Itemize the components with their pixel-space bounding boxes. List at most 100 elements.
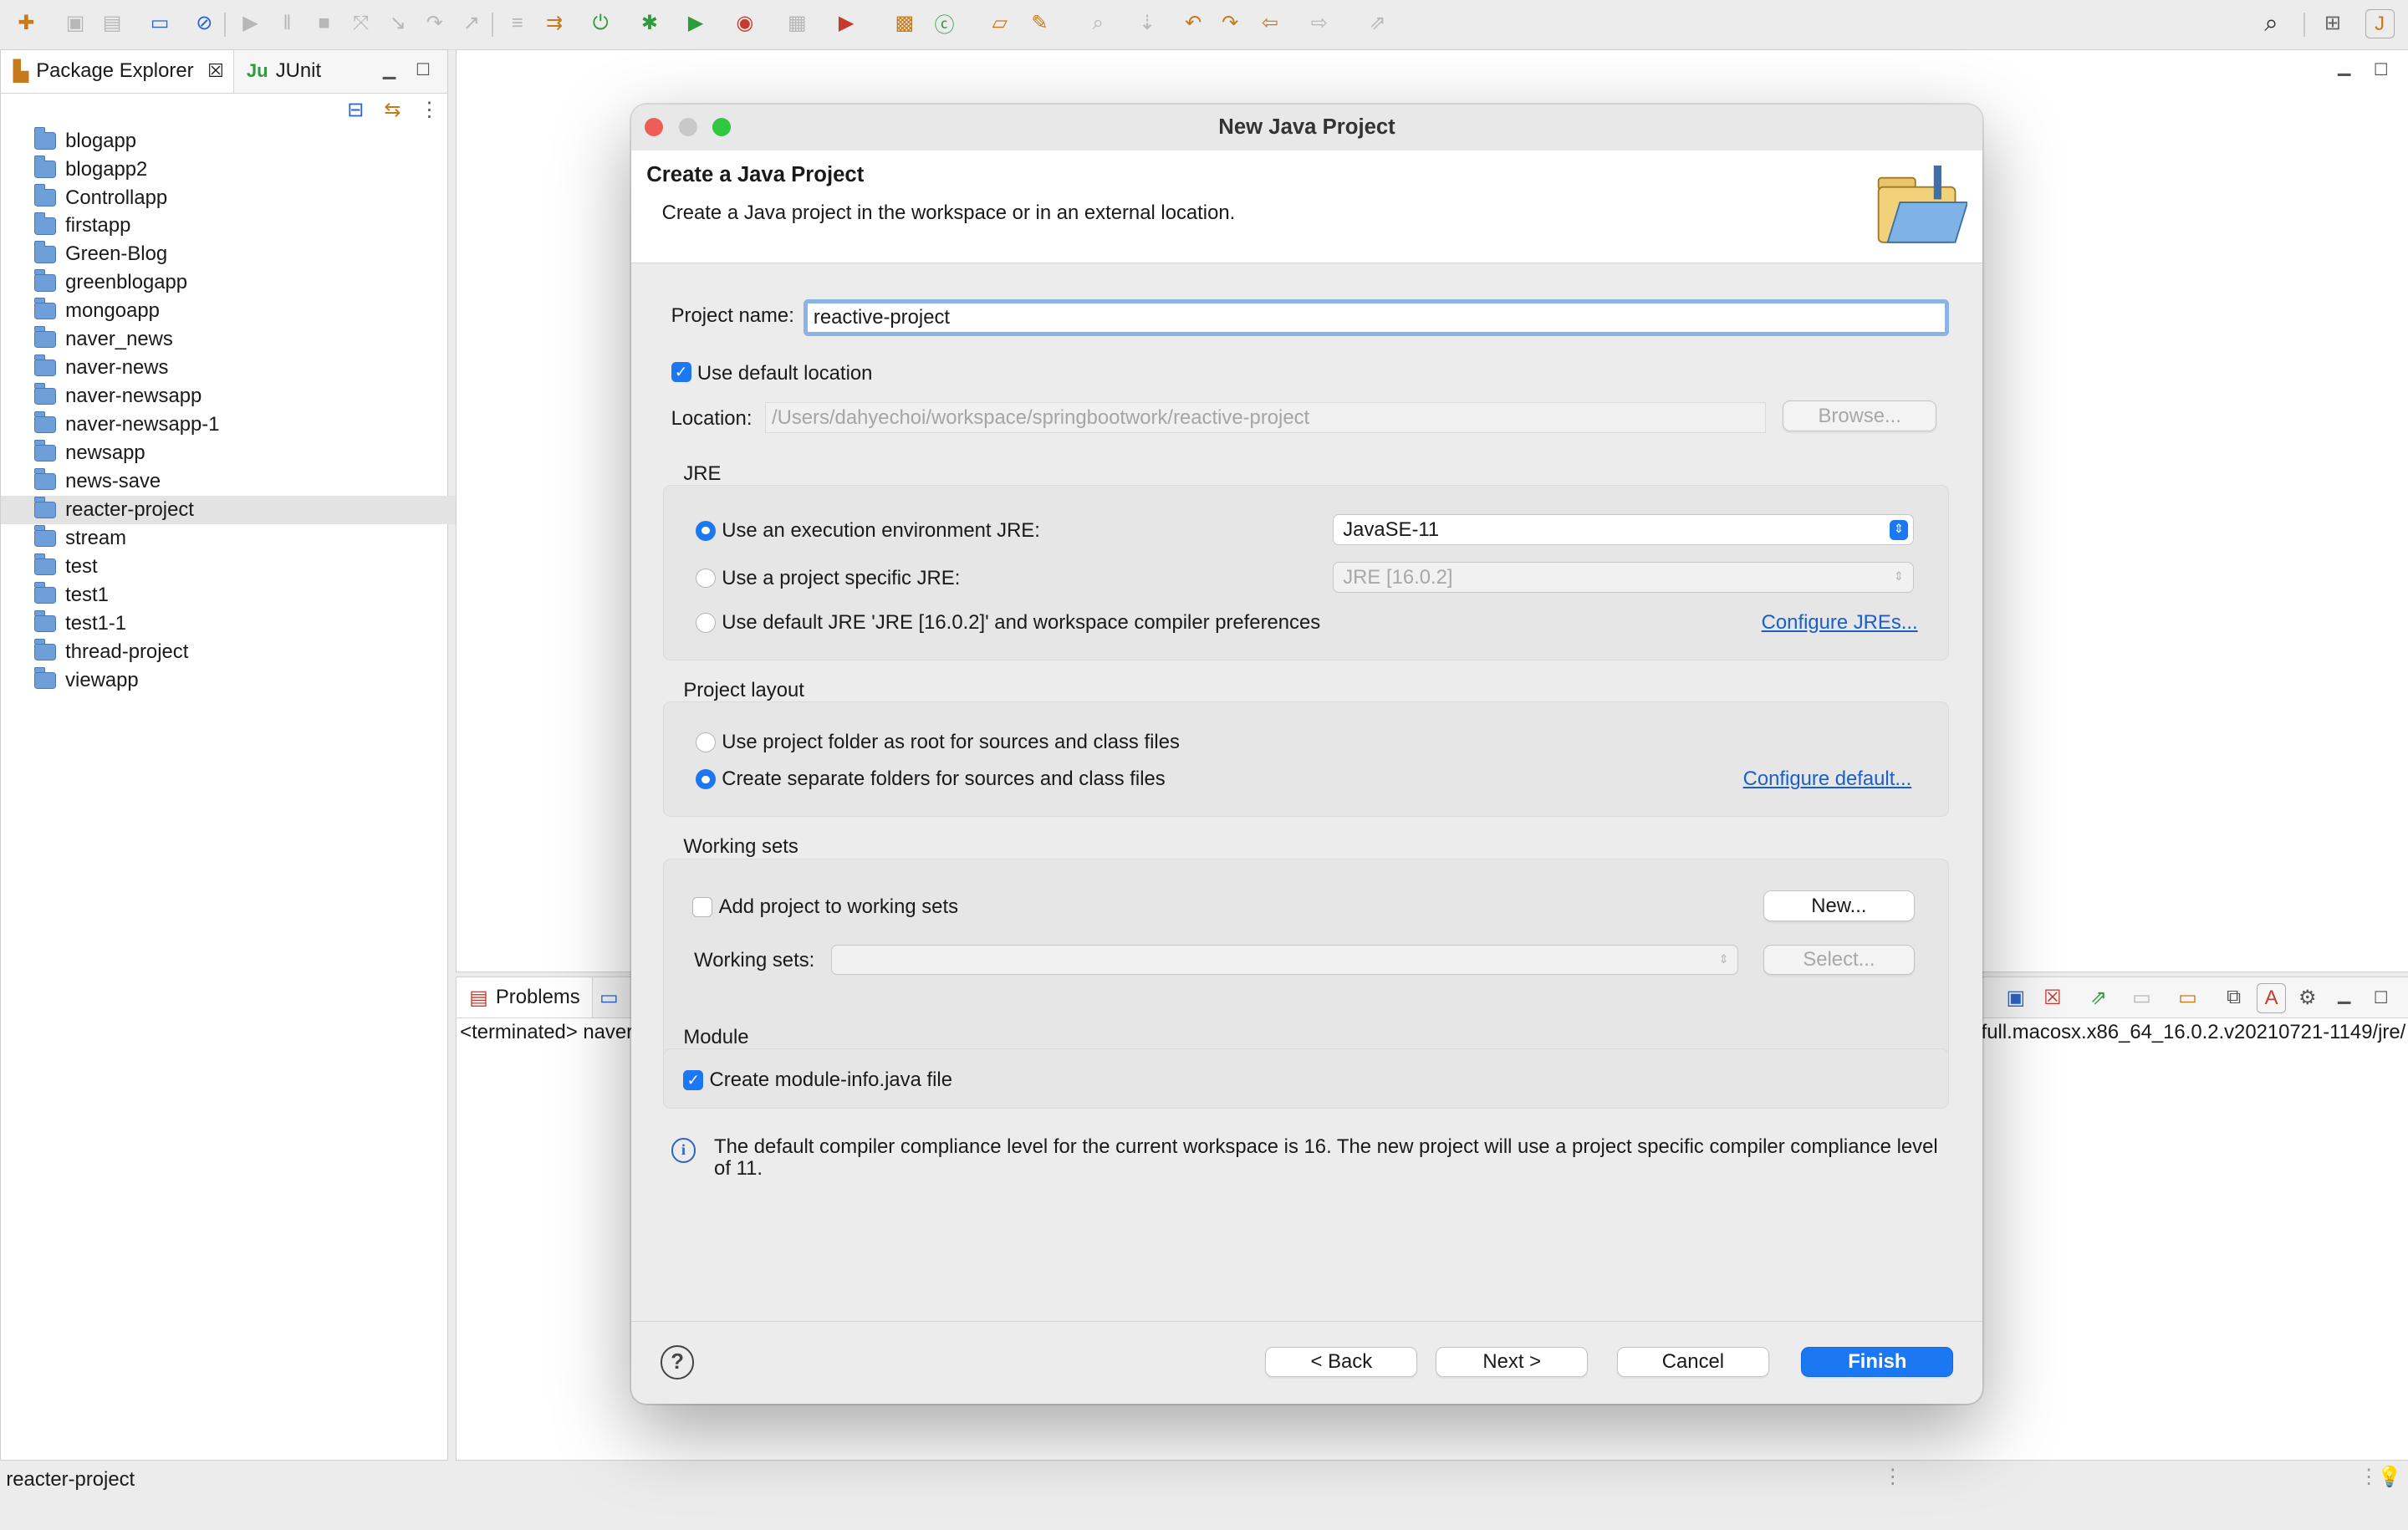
zoom-window-button[interactable]: [712, 118, 732, 137]
console-icon[interactable]: ▦: [783, 9, 811, 37]
search-global-icon[interactable]: ⌕: [2258, 9, 2285, 37]
annotation-next-icon[interactable]: ⇣: [1133, 9, 1161, 37]
new-working-set-button[interactable]: New...: [1763, 890, 1916, 921]
open-perspective-icon[interactable]: ⊞: [2319, 9, 2346, 37]
remove-launch-icon[interactable]: ☒: [2038, 983, 2066, 1011]
back-button[interactable]: < Back: [1265, 1346, 1418, 1378]
spelling-icon[interactable]: A: [2257, 983, 2287, 1013]
gear-icon[interactable]: ⚙: [2293, 983, 2321, 1011]
list-item[interactable]: blogapp2: [33, 156, 441, 184]
list-item[interactable]: test1-1: [33, 609, 441, 638]
add-to-working-sets-checkbox[interactable]: [692, 896, 713, 917]
open-type-icon[interactable]: ▱: [986, 9, 1013, 37]
list-item[interactable]: greenblogapp: [33, 268, 441, 297]
lightbulb-icon[interactable]: 💡: [2377, 1465, 2402, 1489]
list-item[interactable]: thread-project: [33, 638, 441, 666]
drop-to-frame-icon[interactable]: ≡: [503, 9, 531, 37]
create-module-info-checkbox[interactable]: ✓: [683, 1070, 704, 1091]
new-java-package-icon[interactable]: ▩: [890, 9, 918, 37]
list-item[interactable]: news-save: [33, 467, 441, 496]
project-name-input[interactable]: reactive-project: [803, 299, 1949, 337]
save-all-icon[interactable]: ▤: [99, 9, 126, 37]
maximize-icon[interactable]: ☐: [2367, 56, 2395, 84]
terminal-icon[interactable]: ▭: [145, 9, 173, 37]
list-item[interactable]: Green-Blog: [33, 240, 441, 268]
copy-icon[interactable]: ⧉: [2220, 983, 2247, 1011]
disconnect-icon[interactable]: ⤧: [347, 9, 375, 37]
coverage-icon[interactable]: ◉: [731, 9, 758, 37]
use-step-filters-icon[interactable]: ⇉: [541, 9, 569, 37]
save-icon[interactable]: ▣: [61, 9, 89, 37]
display-console-icon[interactable]: ⇗: [2084, 983, 2112, 1011]
open-console-icon[interactable]: ▭: [2128, 983, 2155, 1011]
tab-junit[interactable]: Ju JUnit: [247, 50, 321, 93]
step-return-icon[interactable]: ↗: [457, 9, 485, 37]
pin-console-icon[interactable]: ▣: [2002, 983, 2029, 1011]
collapse-all-icon[interactable]: ⊟: [342, 96, 370, 124]
use-default-location-checkbox[interactable]: ✓: [671, 362, 691, 383]
location-field[interactable]: /Users/dahyechoi/workspace/springbootwor…: [764, 402, 1767, 433]
list-item[interactable]: naver-newsapp: [33, 382, 441, 411]
search-icon[interactable]: ⌕: [1084, 9, 1112, 37]
select-working-sets-button[interactable]: Select...: [1763, 944, 1916, 976]
minimize-window-button[interactable]: [678, 118, 697, 137]
list-item[interactable]: naver-news: [33, 354, 441, 382]
list-item[interactable]: blogapp: [33, 127, 441, 156]
working-sets-select[interactable]: ⇕: [830, 944, 1739, 976]
configure-jres-link[interactable]: Configure JREs...: [1762, 611, 1918, 635]
list-item[interactable]: Controllapp: [33, 184, 441, 212]
list-item[interactable]: test1: [33, 581, 441, 609]
list-item[interactable]: firstapp: [33, 212, 441, 241]
list-item[interactable]: mongoapp: [33, 297, 441, 325]
new-wizard-icon[interactable]: ✚: [13, 9, 40, 37]
console-tab-icon[interactable]: ▭: [595, 983, 623, 1011]
jre-project-specific-radio[interactable]: [696, 568, 716, 589]
configure-default-link[interactable]: Configure default...: [1743, 768, 1912, 791]
link-with-editor-icon[interactable]: ⇆: [379, 96, 406, 124]
close-window-button[interactable]: [645, 118, 664, 137]
spring-boot-dashboard-icon[interactable]: ⏻: [587, 9, 615, 37]
resume-icon[interactable]: ▶: [237, 9, 264, 37]
forward-icon[interactable]: ⇦: [1256, 9, 1283, 37]
list-item[interactable]: newsapp: [33, 439, 441, 467]
minimize-icon[interactable]: ▁: [375, 56, 403, 84]
list-item[interactable]: viewapp: [33, 666, 441, 695]
maximize-icon[interactable]: ☐: [410, 56, 437, 84]
maximize-icon[interactable]: ☐: [2367, 983, 2395, 1011]
list-item[interactable]: stream: [33, 524, 441, 553]
run-icon[interactable]: ▶: [681, 9, 709, 37]
list-item-selected[interactable]: reacter-project: [1, 496, 481, 525]
exec-env-select[interactable]: JavaSE-11 ⇕: [1333, 514, 1914, 545]
suspend-icon[interactable]: ‖: [273, 9, 301, 37]
pin-editor-icon[interactable]: ⇨: [1305, 9, 1333, 37]
minimize-icon[interactable]: ▁: [2330, 981, 2358, 1008]
java-perspective-icon[interactable]: J: [2365, 9, 2395, 39]
pin-editor-icon-2[interactable]: ⇗: [1364, 9, 1391, 37]
project-jre-select[interactable]: JRE [16.0.2] ⇕: [1333, 562, 1914, 593]
tab-package-explorer[interactable]: ▙ Package Explorer ☒: [1, 49, 235, 94]
browse-button[interactable]: Browse...: [1783, 400, 1937, 432]
new-java-class-icon[interactable]: ⓒ: [931, 9, 958, 37]
close-icon[interactable]: ☒: [207, 60, 224, 82]
skip-breakpoints-icon[interactable]: ⊘: [191, 9, 218, 37]
layout-separate-radio[interactable]: [696, 769, 716, 790]
new-console-icon[interactable]: ▭: [2174, 983, 2201, 1011]
back-icon[interactable]: ↷: [1217, 9, 1244, 37]
external-tools-icon[interactable]: ▶: [832, 9, 860, 37]
finish-button[interactable]: Finish: [1801, 1346, 1954, 1378]
jre-default-radio[interactable]: [696, 612, 716, 633]
help-icon[interactable]: ?: [660, 1344, 695, 1380]
view-menu-icon[interactable]: ⋮: [416, 96, 443, 124]
cancel-button[interactable]: Cancel: [1617, 1346, 1769, 1378]
list-item[interactable]: naver-newsapp-1: [33, 411, 441, 439]
debug-icon[interactable]: ✱: [635, 9, 663, 37]
list-item[interactable]: naver_news: [33, 325, 441, 354]
next-button[interactable]: Next >: [1436, 1346, 1589, 1378]
annotation-prev-icon[interactable]: ↶: [1180, 9, 1207, 37]
tab-problems[interactable]: ▤ Problems: [457, 977, 594, 1017]
jre-exec-env-radio[interactable]: [696, 520, 716, 541]
terminate-icon[interactable]: ■: [310, 9, 338, 37]
layout-root-radio[interactable]: [696, 732, 716, 752]
step-over-icon[interactable]: ↷: [421, 9, 448, 37]
list-item[interactable]: test: [33, 553, 441, 581]
